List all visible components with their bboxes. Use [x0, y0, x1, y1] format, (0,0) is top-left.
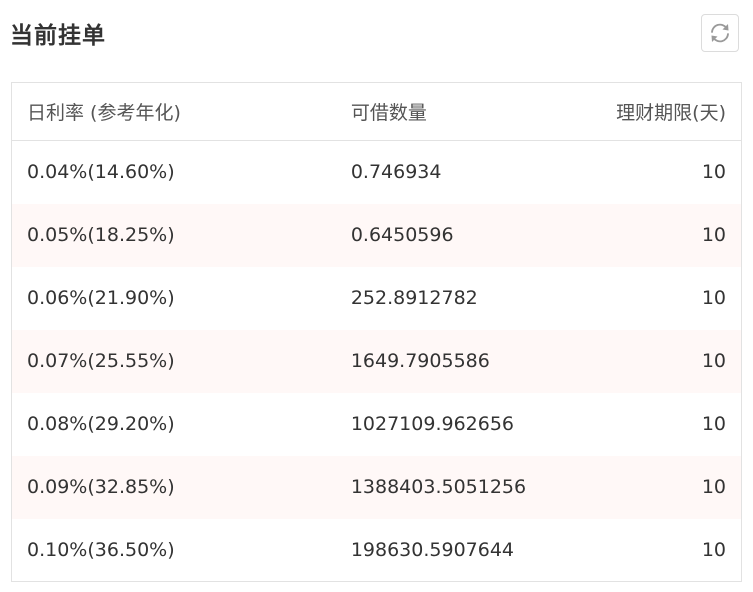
column-header-rate: 日利率 (参考年化): [27, 102, 181, 124]
cell-term: 10: [701, 224, 726, 246]
refresh-button[interactable]: [701, 14, 739, 52]
table-row[interactable]: 0.10%(36.50%) 198630.5907644 10: [12, 519, 742, 582]
cell-amount: 1388403.5051256: [350, 476, 527, 498]
cell-rate: 0.10%(36.50%): [27, 538, 175, 561]
cell-rate: 0.09%(32.85%): [27, 476, 175, 498]
cell-term: 10: [701, 476, 726, 498]
column-header-term: 理财期限(天): [616, 102, 726, 124]
table-row[interactable]: 0.09%(32.85%) 1388403.5051256 10: [11, 455, 742, 519]
cell-rate: 0.05%(18.25%): [27, 224, 175, 246]
table-row[interactable]: 0.04%(14.60%) 0.746934 10: [12, 141, 742, 204]
cell-amount: 1027109.962656: [350, 413, 515, 435]
panel-header: 当前挂单: [0, 0, 753, 70]
table-row[interactable]: 0.08%(29.20%) 1027109.962656 10: [12, 393, 742, 456]
cell-amount: 252.8912782: [350, 287, 478, 309]
cell-term: 10: [701, 350, 726, 372]
orders-table: 日利率 (参考年化) 可借数量 理财期限(天) 0.04%(14.60%) 0.…: [11, 82, 742, 582]
cell-term: 10: [701, 287, 726, 309]
cell-term: 10: [701, 538, 726, 561]
cell-term: 10: [701, 413, 726, 435]
cell-rate: 0.07%(25.55%): [27, 350, 175, 372]
column-header-amount: 可借数量: [350, 102, 427, 124]
cell-amount: 0.6450596: [350, 224, 454, 246]
cell-rate: 0.08%(29.20%): [27, 413, 175, 435]
table-row[interactable]: 0.06%(21.90%) 252.8912782 10: [12, 267, 742, 330]
cell-rate: 0.04%(14.60%): [27, 161, 175, 184]
cell-amount: 198630.5907644: [350, 538, 515, 561]
page-title: 当前挂单: [10, 23, 106, 49]
table-row[interactable]: 0.07%(25.55%) 1649.7905586 10: [11, 329, 742, 393]
cell-amount: 0.746934: [350, 161, 442, 184]
cell-rate: 0.06%(21.90%): [27, 287, 175, 309]
cell-amount: 1649.7905586: [350, 350, 490, 372]
table-row[interactable]: 0.05%(18.25%) 0.6450596 10: [11, 203, 742, 267]
refresh-icon: [711, 23, 729, 43]
cell-term: 10: [701, 161, 726, 184]
table-header-row: 日利率 (参考年化) 可借数量 理财期限(天): [11, 83, 742, 141]
